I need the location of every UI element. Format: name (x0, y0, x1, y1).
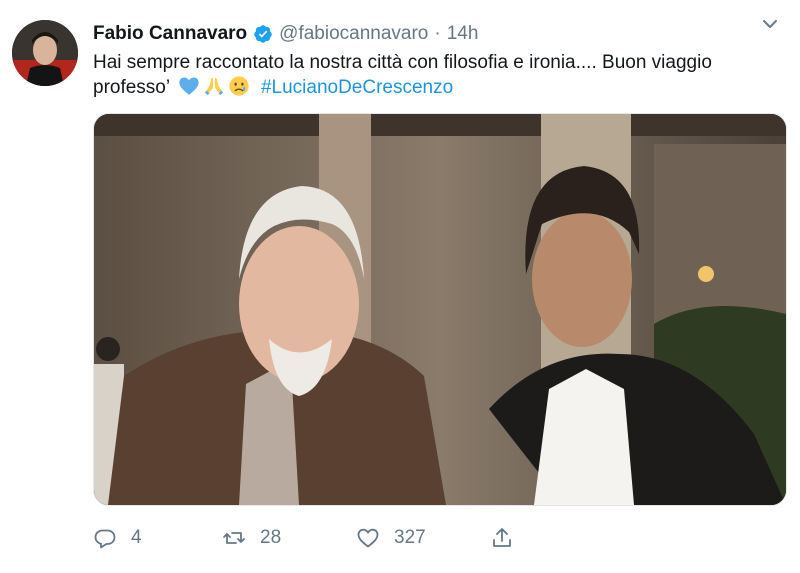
tweet-text: Hai sempre raccontato la nostra città co… (93, 50, 783, 104)
tweet-header: Fabio Cannavaro @fabiocannavaro · 14h (93, 20, 478, 48)
retweet-count: 28 (260, 527, 282, 548)
user-handle[interactable]: @fabiocannavaro (279, 23, 428, 45)
tweet-text-line-2: professo’ #LucianoDeCrescenzo (93, 75, 783, 104)
tweet-card: Fabio Cannavaro @fabiocannavaro · 14h Ha… (0, 0, 800, 573)
share-button[interactable] (490, 526, 514, 550)
share-icon (490, 526, 514, 550)
tweet-timestamp[interactable]: 14h (447, 23, 479, 45)
hashtag-link[interactable]: #LucianoDeCrescenzo (261, 77, 453, 98)
display-name[interactable]: Fabio Cannavaro (93, 23, 247, 45)
retweet-icon (222, 526, 246, 550)
tweet-text-fragment: professo’ (93, 77, 170, 98)
retweet-button[interactable]: 28 (222, 526, 281, 550)
heart-icon (356, 526, 380, 550)
reply-button[interactable]: 4 (93, 526, 142, 550)
reply-count: 4 (131, 527, 142, 548)
separator-dot: · (434, 23, 441, 44)
blue-heart-icon (178, 75, 200, 104)
like-button[interactable]: 327 (356, 526, 426, 550)
folded-hands-icon (203, 75, 225, 104)
verified-badge-icon (253, 24, 273, 44)
tweet-actions: 4 28 327 (93, 522, 593, 554)
tweet-text-line-1: Hai sempre raccontato la nostra città co… (93, 52, 712, 73)
reply-icon (93, 526, 117, 550)
tweet-photo[interactable] (93, 113, 787, 506)
avatar[interactable] (12, 20, 78, 86)
like-count: 327 (394, 527, 426, 548)
chevron-down-icon[interactable] (760, 14, 780, 34)
crying-face-icon (228, 75, 250, 104)
